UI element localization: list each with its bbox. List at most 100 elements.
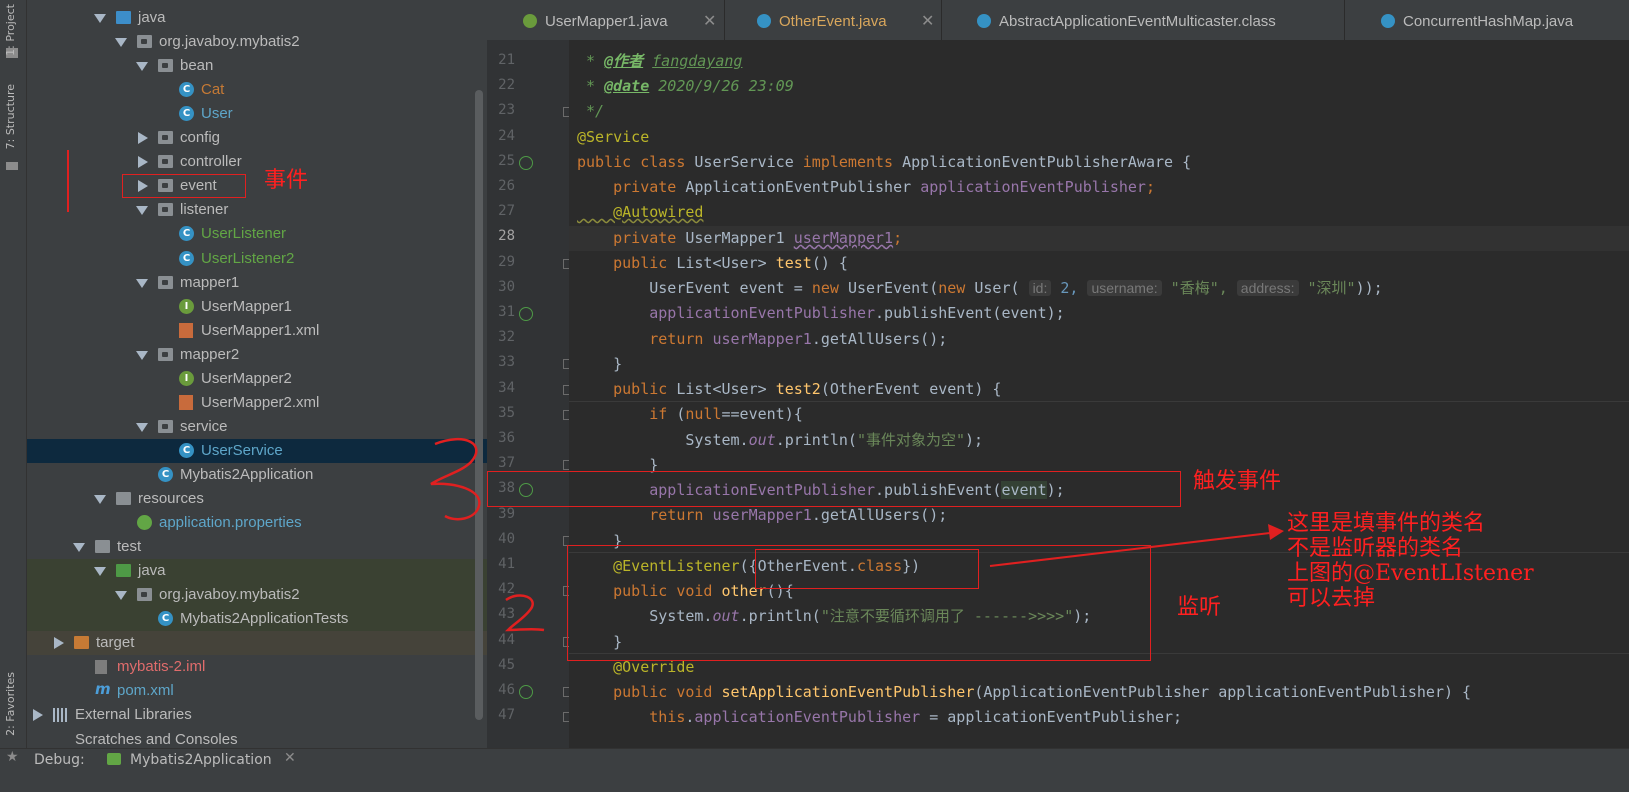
chevron-down-icon[interactable] (115, 38, 127, 48)
line-number: 32 (498, 329, 515, 346)
project-tree[interactable]: java org.javaboy.mybatis2 bean C Cat C User con… (27, 0, 504, 772)
line-number: 33 (498, 354, 515, 371)
code-editor[interactable]: * @作者 fangdayang * @date 2020/9/26 23:09… (569, 40, 1629, 772)
chevron-down-icon[interactable] (136, 422, 148, 432)
tree-item[interactable]: External Libraries (27, 703, 504, 727)
code-line-36: System.out.println("事件对象为空"); (577, 431, 984, 449)
tree-item[interactable]: target (27, 631, 504, 656)
tree-item[interactable]: java (27, 559, 504, 584)
tree-item[interactable]: org.javaboy.mybatis2 (27, 30, 504, 54)
tree-item[interactable]: mapper2 (27, 343, 504, 367)
close-icon[interactable]: ✕ (703, 11, 716, 30)
class-icon: C (158, 466, 173, 482)
code-line-47: this.applicationEventPublisher = applica… (649, 708, 1183, 726)
annotation-stroke (67, 150, 69, 212)
code-line-46: public void setApplicationEventPublisher… (577, 683, 1472, 701)
interface-icon: I (179, 298, 194, 314)
favorites-tool-tab[interactable]: 2: Favorites (4, 672, 17, 736)
tree-item-label: Mybatis2Application (180, 465, 314, 483)
project-tool-tab[interactable]: 1: Project (4, 4, 17, 56)
tree-item[interactable]: C Mybatis2ApplicationTests (27, 607, 504, 632)
star-icon: ★ (6, 749, 19, 765)
chevron-down-icon[interactable] (94, 567, 106, 577)
handwritten-two (504, 594, 545, 632)
tree-item[interactable]: C UserListener (27, 222, 504, 246)
folder-icon (137, 588, 152, 602)
tree-item[interactable]: C User (27, 102, 504, 126)
code-line-31: applicationEventPublisher.publishEvent(e… (649, 304, 1065, 322)
code-line-28: private UserMapper1 userMapper1; (577, 229, 903, 247)
tree-item[interactable]: java (27, 6, 504, 30)
code-line-22: * @date 2020/9/26 23:09 (577, 77, 794, 95)
tree-item-label: org.javaboy.mybatis2 (159, 33, 300, 51)
project-tree-scrollbar[interactable] (475, 90, 483, 720)
tree-item-label: Scratches and Consoles (75, 730, 238, 748)
tree-item[interactable]: UserMapper2.xml (27, 391, 504, 415)
tree-item-label: Cat (201, 81, 225, 99)
code-line-35: if (null==event){ (649, 405, 803, 423)
tree-item-label: test (117, 538, 142, 556)
line-number: 28 (498, 228, 515, 245)
tab-otherevent[interactable]: OtherEvent.java ✕ (725, 0, 942, 40)
structure-tool-tab[interactable]: 7: Structure (4, 84, 17, 149)
override-icon[interactable] (519, 685, 533, 699)
line-number: 34 (498, 379, 515, 396)
chevron-down-icon[interactable] (115, 591, 127, 601)
tree-item[interactable]: I UserMapper1 (27, 295, 504, 319)
tab-usermapper1[interactable]: UserMapper1.java ✕ (487, 0, 725, 40)
code-line-26: private ApplicationEventPublisher applic… (577, 178, 1155, 196)
chevron-down-icon[interactable] (136, 62, 148, 72)
folder-icon (137, 35, 152, 49)
event-folder-highlight (122, 174, 246, 198)
editor-gutter[interactable]: 21 22 23 24 25 26 27 28 29 30 31 32 33 34 35 36 37 38 39 40… (487, 40, 573, 772)
code-line-27: @Autowired (577, 203, 704, 221)
tree-item-label: application.properties (159, 514, 302, 532)
tree-item-label: UserMapper1.xml (201, 321, 320, 339)
code-line-23: */ (577, 102, 605, 120)
tree-item[interactable]: m pom.xml (27, 679, 504, 703)
close-icon[interactable]: ✕ (284, 750, 296, 766)
annotation-arrow (989, 524, 1284, 567)
bottom-tool-bar: ★ Debug: Mybatis2Application ✕ (0, 748, 1629, 792)
chevron-right-icon[interactable] (138, 132, 148, 145)
tree-item[interactable]: mapper1 (27, 271, 504, 295)
tree-item[interactable]: bean (27, 54, 504, 78)
line-number: 23 (498, 102, 515, 119)
debug-label: Debug: (34, 752, 85, 768)
tree-item-label: UserMapper1 (201, 297, 292, 315)
chevron-down-icon[interactable] (136, 206, 148, 216)
chevron-right-icon[interactable] (54, 637, 64, 650)
chevron-down-icon[interactable] (136, 278, 148, 288)
tree-item[interactable]: C UserListener2 (27, 247, 504, 271)
tab-concurrenthashmap[interactable]: ConcurrentHashMap.java (1345, 0, 1629, 40)
class-implemented-icon[interactable] (519, 155, 533, 170)
debug-run-config-tab[interactable]: Mybatis2Application (130, 752, 272, 768)
chevron-down-icon[interactable] (94, 14, 106, 23)
publish-event-highlight (487, 471, 1181, 507)
tab-label: ConcurrentHashMap.java (1403, 13, 1574, 30)
chevron-down-icon[interactable] (136, 350, 148, 360)
tree-item-label: User (201, 105, 233, 123)
chevron-right-icon[interactable] (33, 709, 43, 722)
folder-icon (116, 492, 131, 505)
publish-event-icon[interactable] (519, 307, 533, 321)
tree-item[interactable]: listener (27, 198, 504, 222)
tab-label: OtherEvent.java (779, 13, 887, 30)
chevron-down-icon[interactable] (94, 495, 106, 504)
close-icon[interactable]: ✕ (921, 11, 934, 30)
line-number: 21 (498, 52, 515, 68)
tree-item[interactable]: config (27, 126, 504, 150)
tab-abstractmulticaster[interactable]: AbstractApplicationEventMulticaster.clas… (942, 0, 1345, 40)
folder-icon (158, 347, 173, 361)
maven-icon: m (95, 680, 111, 699)
tree-item[interactable]: C Cat (27, 78, 504, 102)
chevron-right-icon[interactable] (138, 156, 148, 169)
tree-item-label: UserMapper2.xml (201, 393, 320, 411)
tree-item[interactable]: mybatis-2.iml (27, 655, 504, 679)
chevron-down-icon[interactable] (73, 543, 85, 553)
tree-item[interactable]: test (27, 535, 504, 559)
tree-item[interactable]: I UserMapper2 (27, 367, 504, 391)
tree-item[interactable]: UserMapper1.xml (27, 319, 504, 343)
line-number: 46 (498, 682, 515, 698)
tree-item[interactable]: org.javaboy.mybatis2 (27, 583, 504, 608)
